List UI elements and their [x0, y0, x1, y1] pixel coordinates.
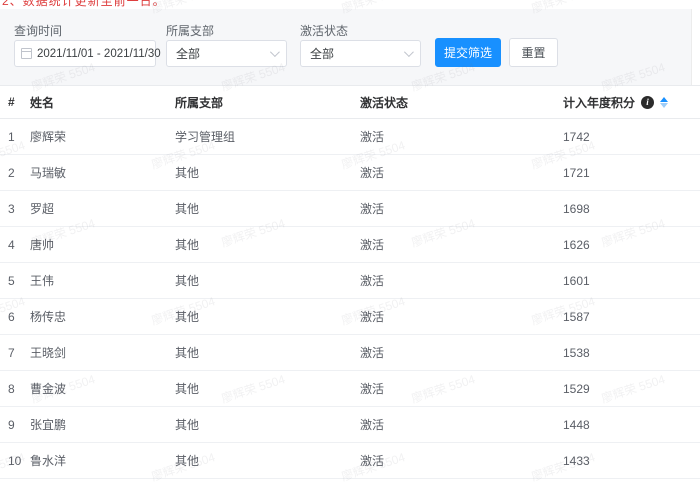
header-branch: 所属支部 — [175, 94, 360, 111]
cell-name: 鲁水洋 — [30, 452, 175, 469]
cell-points: 1742 — [563, 130, 700, 144]
header-points-label: 计入年度积分 — [563, 94, 635, 111]
cell-branch: 其他 — [175, 200, 360, 217]
table-row: 7 王晓剑 其他 激活 1538 — [0, 335, 700, 371]
cell-branch: 其他 — [175, 308, 360, 325]
cell-branch: 其他 — [175, 416, 360, 433]
branch-select[interactable]: 全部 — [166, 40, 287, 67]
table-row: 4 唐帅 其他 激活 1626 — [0, 227, 700, 263]
cell-points: 1721 — [563, 166, 700, 180]
cell-branch: 其他 — [175, 344, 360, 361]
cell-status: 激活 — [360, 344, 563, 361]
cell-points: 1538 — [563, 346, 700, 360]
cell-status: 激活 — [360, 236, 563, 253]
table-row: 1 廖辉荣 学习管理组 激活 1742 — [0, 119, 700, 155]
table-row: 10 鲁水洋 其他 激活 1433 — [0, 443, 700, 479]
table-row: 6 杨传忠 其他 激活 1587 — [0, 299, 700, 335]
cell-rank: 7 — [0, 346, 30, 360]
date-range-input[interactable]: 2021/11/01 - 2021/11/30 — [14, 40, 156, 67]
cell-rank: 5 — [0, 274, 30, 288]
cell-points: 1587 — [563, 310, 700, 324]
ranking-table: # 姓名 所属支部 激活状态 计入年度积分 i 1 廖辉荣 学习管理组 激活 1… — [0, 85, 700, 479]
cell-status: 激活 — [360, 128, 563, 145]
table-row: 3 罗超 其他 激活 1698 — [0, 191, 700, 227]
header-name: 姓名 — [30, 94, 175, 111]
cell-points: 1601 — [563, 274, 700, 288]
header-status: 激活状态 — [360, 94, 563, 111]
filter-panel: 查询时间 所属支部 激活状态 2021/11/01 - 2021/11/30 全… — [0, 9, 692, 85]
cell-branch: 其他 — [175, 452, 360, 469]
table-header-row: # 姓名 所属支部 激活状态 计入年度积分 i — [0, 85, 700, 119]
points-sorter[interactable] — [660, 97, 668, 108]
cell-rank: 2 — [0, 166, 30, 180]
cell-branch: 学习管理组 — [175, 128, 360, 145]
sort-ascending-icon[interactable] — [660, 97, 668, 102]
cell-status: 激活 — [360, 452, 563, 469]
header-points: 计入年度积分 i — [563, 94, 700, 111]
cell-name: 曹金波 — [30, 380, 175, 397]
cell-status: 激活 — [360, 380, 563, 397]
cell-rank: 8 — [0, 382, 30, 396]
cell-points: 1626 — [563, 238, 700, 252]
cell-branch: 其他 — [175, 380, 360, 397]
table-body: 1 廖辉荣 学习管理组 激活 1742 2 马瑞敏 其他 激活 1721 3 罗… — [0, 119, 700, 479]
submit-filter-button[interactable]: 提交筛选 — [435, 38, 501, 67]
branch-filter-label: 所属支部 — [166, 22, 214, 39]
status-select[interactable]: 全部 — [300, 40, 421, 67]
cell-name: 唐帅 — [30, 236, 175, 253]
table-row: 8 曹金波 其他 激活 1529 — [0, 371, 700, 407]
cell-branch: 其他 — [175, 272, 360, 289]
sort-descending-icon[interactable] — [660, 103, 668, 108]
cell-name: 王晓剑 — [30, 344, 175, 361]
cell-rank: 4 — [0, 238, 30, 252]
cell-rank: 3 — [0, 202, 30, 216]
table-row: 2 马瑞敏 其他 激活 1721 — [0, 155, 700, 191]
cell-status: 激活 — [360, 164, 563, 181]
date-range-value: 2021/11/01 - 2021/11/30 — [37, 48, 161, 60]
chevron-down-icon — [270, 47, 280, 57]
header-rank: # — [0, 95, 30, 109]
reset-button[interactable]: 重置 — [509, 38, 558, 67]
table-row: 5 王伟 其他 激活 1601 — [0, 263, 700, 299]
cell-name: 张宜鹏 — [30, 416, 175, 433]
top-note-text: 2、数据统计更新至前一日。 — [2, 0, 700, 9]
cell-rank: 9 — [0, 418, 30, 432]
cell-branch: 其他 — [175, 164, 360, 181]
info-icon[interactable]: i — [641, 96, 654, 109]
chevron-down-icon — [404, 47, 414, 57]
cell-rank: 10 — [0, 454, 30, 468]
branch-select-value: 全部 — [176, 45, 200, 62]
status-filter-label: 激活状态 — [300, 22, 348, 39]
top-note-clipped: 2、数据统计更新至前一日。 — [0, 0, 700, 9]
cell-branch: 其他 — [175, 236, 360, 253]
table-row: 9 张宜鹏 其他 激活 1448 — [0, 407, 700, 443]
cell-name: 廖辉荣 — [30, 128, 175, 145]
cell-status: 激活 — [360, 200, 563, 217]
cell-status: 激活 — [360, 308, 563, 325]
calendar-icon — [21, 48, 32, 59]
status-select-value: 全部 — [310, 45, 334, 62]
cell-status: 激活 — [360, 416, 563, 433]
cell-points: 1433 — [563, 454, 700, 468]
cell-name: 杨传忠 — [30, 308, 175, 325]
cell-rank: 6 — [0, 310, 30, 324]
cell-status: 激活 — [360, 272, 563, 289]
cell-name: 罗超 — [30, 200, 175, 217]
cell-rank: 1 — [0, 130, 30, 144]
cell-name: 王伟 — [30, 272, 175, 289]
cell-points: 1698 — [563, 202, 700, 216]
cell-points: 1529 — [563, 382, 700, 396]
cell-name: 马瑞敏 — [30, 164, 175, 181]
date-filter-label: 查询时间 — [14, 22, 62, 39]
cell-points: 1448 — [563, 418, 700, 432]
